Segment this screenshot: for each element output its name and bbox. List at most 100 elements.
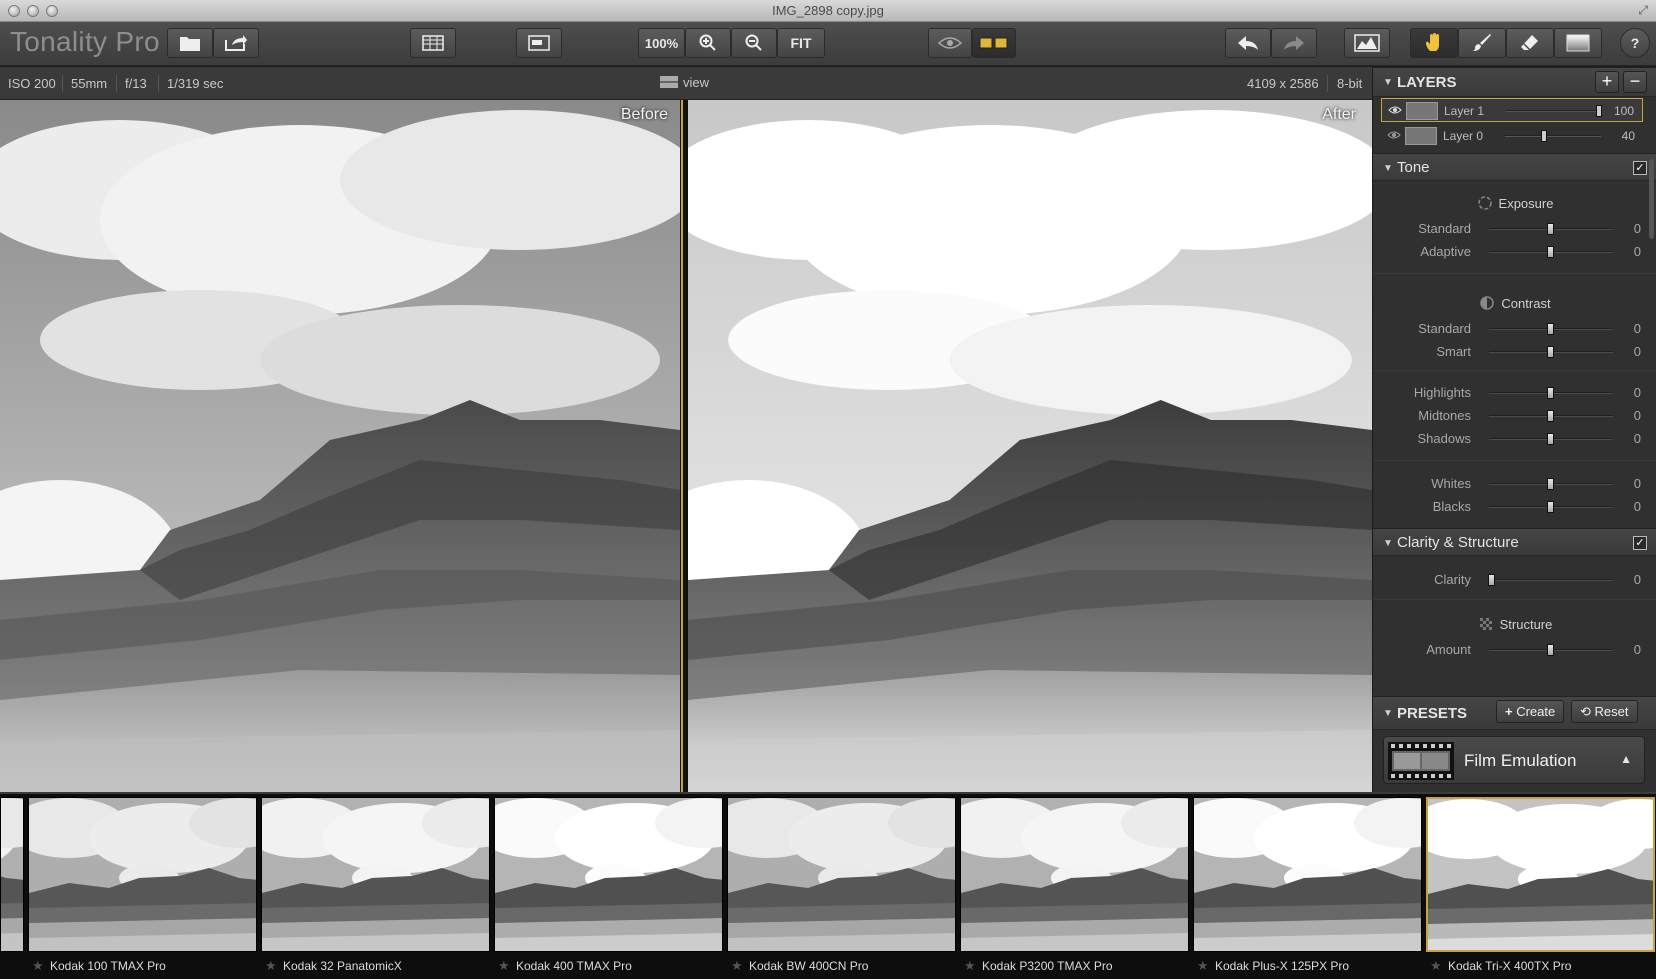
preset-label[interactable]: ★ Kodak Tri-X 400TX Pro — [1426, 957, 1655, 977]
preset-thumbnail[interactable]: ★ Kodak 32 PanatomicX — [261, 797, 490, 979]
contrast-smart-slider-row[interactable]: Smart 0 — [1373, 342, 1656, 362]
reset-preset-button[interactable]: ⟲ Reset — [1571, 700, 1638, 723]
clarity-slider-row[interactable]: Clarity 0 — [1373, 570, 1656, 590]
slider-track[interactable] — [1489, 246, 1613, 258]
preset-preview-image[interactable] — [727, 797, 956, 952]
preset-label[interactable]: ★ Kodak P3200 TMAX Pro — [960, 957, 1189, 977]
slider-track[interactable] — [1489, 410, 1613, 422]
exposure-adaptive-slider-row[interactable]: Adaptive 0 — [1373, 242, 1656, 262]
favorite-star-icon[interactable]: ★ — [964, 958, 976, 974]
layer-row[interactable]: Layer 0 40 — [1381, 124, 1643, 148]
slider-track[interactable] — [1489, 433, 1613, 445]
preview-toggle-button[interactable] — [928, 28, 972, 58]
preset-label[interactable]: ★ Kodak 32 PanatomicX — [261, 957, 490, 977]
slider-knob[interactable] — [1541, 130, 1547, 142]
hand-tool-button[interactable] — [1410, 28, 1458, 58]
slider-track[interactable] — [1488, 574, 1613, 586]
slider-track[interactable] — [1489, 323, 1613, 335]
slider-knob[interactable] — [1547, 246, 1554, 258]
fit-button[interactable]: FIT — [777, 28, 825, 58]
slider-track[interactable] — [1489, 644, 1613, 656]
favorite-star-icon[interactable]: ★ — [1197, 958, 1209, 974]
gradient-tool-button[interactable] — [1554, 28, 1602, 58]
zoom-100-button[interactable]: 100% — [638, 28, 685, 58]
image-preview-area[interactable]: Before After — [0, 100, 1372, 792]
slider-track[interactable] — [1489, 387, 1613, 399]
preset-preview-image[interactable] — [261, 797, 490, 952]
eye-icon[interactable] — [1388, 104, 1402, 116]
before-image[interactable]: Before — [0, 100, 680, 792]
preset-label[interactable]: ★ Kodak Plus-X 125PX Pro — [1193, 957, 1422, 977]
contrast-standard-slider-row[interactable]: Standard 0 — [1373, 319, 1656, 339]
layers-header[interactable]: ▼ LAYERS + − — [1373, 67, 1656, 97]
shadows-slider-row[interactable]: Shadows 0 — [1373, 429, 1656, 449]
preset-thumbnail[interactable]: ★ Kodak 400 TMAX Pro — [494, 797, 723, 979]
navigator-button[interactable] — [410, 28, 456, 58]
slider-knob[interactable] — [1547, 478, 1554, 490]
export-button[interactable] — [213, 28, 259, 58]
preset-preview-image[interactable] — [960, 797, 1189, 952]
help-button[interactable]: ? — [1620, 28, 1650, 58]
open-file-button[interactable] — [167, 28, 213, 58]
preset-preview-image[interactable] — [1426, 797, 1655, 952]
split-divider-handle[interactable] — [681, 100, 688, 792]
eye-icon[interactable] — [1387, 129, 1401, 141]
slider-knob[interactable] — [1547, 433, 1554, 445]
preset-label[interactable]: ★ Kodak BW 400CN Pro — [727, 957, 956, 977]
slider-knob[interactable] — [1547, 346, 1554, 358]
tone-header[interactable]: ▼ Tone ✓ — [1373, 153, 1656, 181]
preset-preview-image[interactable] — [1193, 797, 1422, 952]
undo-button[interactable] — [1225, 28, 1271, 58]
slider-knob[interactable] — [1547, 387, 1554, 399]
clarity-structure-header[interactable]: ▼ Clarity & Structure ✓ — [1373, 528, 1656, 556]
split-view-button[interactable] — [972, 28, 1016, 58]
brush-tool-button[interactable] — [1458, 28, 1506, 58]
favorite-star-icon[interactable]: ★ — [731, 958, 743, 974]
preset-preview-image[interactable] — [28, 797, 257, 952]
favorite-star-icon[interactable]: ★ — [1430, 958, 1442, 974]
favorite-star-icon[interactable]: ★ — [265, 958, 277, 974]
preset-thumbnail[interactable]: ★ Kodak P3200 TMAX Pro — [960, 797, 1189, 979]
clarity-enable-checkbox[interactable]: ✓ — [1633, 536, 1647, 550]
whites-slider-row[interactable]: Whites 0 — [1373, 474, 1656, 494]
slider-knob[interactable] — [1547, 410, 1554, 422]
favorite-star-icon[interactable]: ★ — [498, 958, 510, 974]
slider-track[interactable] — [1489, 501, 1613, 513]
preset-thumbnail[interactable]: ★ Kodak Plus-X 125PX Pro — [1193, 797, 1422, 979]
zoom-out-button[interactable] — [731, 28, 777, 58]
view-toggle[interactable]: view — [660, 75, 709, 90]
slider-track[interactable] — [1489, 223, 1613, 235]
favorite-star-icon[interactable]: ★ — [32, 958, 44, 974]
preset-label[interactable]: ★ Kodak 100 TMAX Pro — [28, 957, 257, 977]
slider-track[interactable] — [1489, 346, 1613, 358]
slider-knob[interactable] — [1547, 223, 1554, 235]
structure-amount-slider-row[interactable]: Amount 0 — [1373, 640, 1656, 660]
slider-knob[interactable] — [1547, 323, 1554, 335]
zoom-in-button[interactable] — [685, 28, 731, 58]
blacks-slider-row[interactable]: Blacks 0 — [1373, 497, 1656, 517]
highlights-slider-row[interactable]: Highlights 0 — [1373, 383, 1656, 403]
create-preset-button[interactable]: + Create — [1496, 700, 1565, 723]
redo-button[interactable] — [1271, 28, 1317, 58]
presets-header[interactable]: ▼ PRESETS + Create ⟲ Reset — [1373, 696, 1656, 730]
preset-thumbnail[interactable]: ★ Kodak 100 TMAX Pro — [28, 797, 257, 979]
slider-track[interactable] — [1489, 478, 1613, 490]
slider-knob[interactable] — [1547, 644, 1554, 656]
eraser-tool-button[interactable] — [1506, 28, 1554, 58]
slider-knob[interactable] — [1596, 105, 1602, 117]
preset-filmstrip[interactable]: ★ Kodak 100 TMAX Pro ★ Kodak 32 PanatomicX ★… — [0, 792, 1656, 979]
preset-preview-image[interactable] — [494, 797, 723, 952]
preset-thumbnail-partial[interactable] — [0, 797, 24, 952]
preset-thumbnail[interactable]: ★ Kodak BW 400CN Pro — [727, 797, 956, 979]
exposure-standard-slider-row[interactable]: Standard 0 — [1373, 219, 1656, 239]
single-view-button[interactable] — [516, 28, 562, 58]
after-image[interactable]: After — [688, 100, 1372, 792]
layer-row[interactable]: Layer 1 100 — [1381, 98, 1643, 122]
add-layer-button[interactable]: + — [1595, 71, 1619, 93]
preset-label[interactable]: ★ Kodak 400 TMAX Pro — [494, 957, 723, 977]
preset-thumbnail[interactable]: ★ Kodak Tri-X 400TX Pro — [1426, 797, 1655, 979]
preset-category-selector[interactable]: Film Emulation ▲ — [1383, 736, 1645, 784]
layer-opacity-slider[interactable] — [1505, 130, 1601, 142]
layer-opacity-slider[interactable] — [1506, 105, 1602, 117]
histogram-button[interactable] — [1344, 28, 1390, 58]
